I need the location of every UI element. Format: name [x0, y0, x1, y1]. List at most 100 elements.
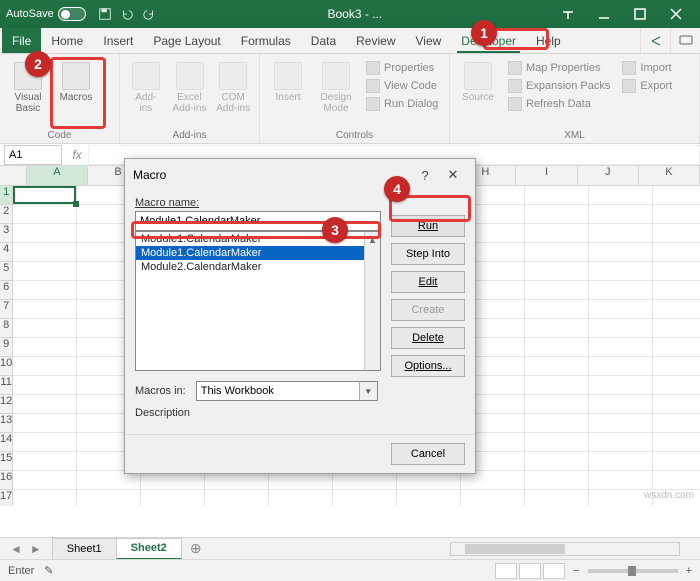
row-header[interactable]: 4 [0, 243, 13, 262]
cell[interactable] [589, 281, 653, 300]
row-header[interactable]: 8 [0, 319, 13, 338]
edit-button[interactable]: Edit [391, 271, 465, 293]
cell[interactable] [13, 376, 77, 395]
cell[interactable] [589, 205, 653, 224]
cell[interactable] [653, 433, 700, 452]
zoom-out-icon[interactable]: − [573, 565, 579, 577]
cell[interactable] [653, 300, 700, 319]
cancel-button[interactable]: Cancel [391, 443, 465, 465]
cell[interactable] [589, 414, 653, 433]
delete-button[interactable]: Delete [391, 327, 465, 349]
cell[interactable] [13, 243, 77, 262]
col-header[interactable]: A [27, 166, 88, 186]
dialog-close-icon[interactable]: ✕ [439, 165, 467, 185]
cell[interactable] [653, 319, 700, 338]
maximize-icon[interactable] [622, 0, 658, 28]
tab-insert[interactable]: Insert [93, 28, 143, 53]
row-header[interactable]: 16 [0, 471, 13, 490]
source-button[interactable]: Source [456, 58, 500, 122]
cell[interactable] [653, 262, 700, 281]
macros-in-combo[interactable]: This Workbook ▼ [196, 381, 378, 401]
cell[interactable] [653, 414, 700, 433]
view-code-button[interactable]: View Code [362, 78, 442, 94]
tab-view[interactable]: View [406, 28, 452, 53]
addins-button[interactable]: Add- ins [126, 58, 166, 122]
cell[interactable] [589, 300, 653, 319]
cell[interactable] [589, 433, 653, 452]
cell[interactable] [653, 471, 700, 490]
row-header[interactable]: 7 [0, 300, 13, 319]
pagebreak-view-icon[interactable] [543, 563, 565, 579]
cell[interactable] [269, 490, 333, 506]
cell[interactable] [525, 281, 589, 300]
cell[interactable] [525, 433, 589, 452]
cell[interactable] [589, 186, 653, 205]
sheet-prev-icon[interactable]: ◄ [10, 542, 22, 556]
macro-list-item[interactable]: Module1.CalendarMaker [136, 246, 380, 260]
cell[interactable] [589, 262, 653, 281]
horizontal-scrollbar[interactable] [450, 542, 680, 556]
tab-data[interactable]: Data [301, 28, 346, 53]
row-header[interactable]: 15 [0, 452, 13, 471]
cell[interactable] [653, 452, 700, 471]
zoom-in-icon[interactable]: + [686, 565, 692, 577]
run-dialog-button[interactable]: Run Dialog [362, 96, 442, 112]
chevron-down-icon[interactable]: ▼ [359, 382, 377, 400]
pagelayout-view-icon[interactable] [519, 563, 541, 579]
cell[interactable] [13, 395, 77, 414]
cell[interactable] [461, 490, 525, 506]
fill-handle-icon[interactable] [73, 201, 79, 207]
macro-list-item[interactable]: Module2.CalendarMaker [136, 260, 380, 274]
cell[interactable] [525, 471, 589, 490]
row-header[interactable]: 14 [0, 433, 13, 452]
cell[interactable] [525, 376, 589, 395]
tab-page-layout[interactable]: Page Layout [143, 28, 230, 53]
cell[interactable] [589, 452, 653, 471]
normal-view-icon[interactable] [495, 563, 517, 579]
cell[interactable] [589, 243, 653, 262]
cell[interactable] [525, 338, 589, 357]
run-button[interactable]: Run [391, 215, 465, 237]
cell[interactable] [653, 395, 700, 414]
cell[interactable] [397, 490, 461, 506]
cell[interactable] [525, 262, 589, 281]
sheet-tab-2[interactable]: Sheet2 [116, 538, 182, 560]
cell[interactable] [653, 243, 700, 262]
excel-addins-button[interactable]: Excel Add-ins [170, 58, 210, 122]
tab-help[interactable]: Help [526, 28, 571, 53]
row-header[interactable]: 2 [0, 205, 13, 224]
row-header[interactable]: 17 [0, 490, 13, 506]
undo-icon[interactable] [116, 3, 138, 25]
cell[interactable] [141, 490, 205, 506]
cell[interactable] [653, 205, 700, 224]
options-button[interactable]: Options... [391, 355, 465, 377]
name-box[interactable]: A1 [4, 145, 62, 165]
cell[interactable] [13, 338, 77, 357]
select-all-corner[interactable] [0, 166, 27, 186]
cell[interactable] [589, 338, 653, 357]
com-addins-button[interactable]: COM Add-ins [213, 58, 253, 122]
row-header[interactable]: 12 [0, 395, 13, 414]
cell[interactable] [653, 338, 700, 357]
cell[interactable] [13, 357, 77, 376]
row-header[interactable]: 10 [0, 357, 13, 376]
fx-icon[interactable]: fx [66, 148, 88, 162]
col-header[interactable]: J [578, 166, 639, 186]
design-mode-button[interactable]: Design Mode [314, 58, 358, 122]
cell[interactable] [205, 490, 269, 506]
ribbon-options-icon[interactable] [550, 0, 586, 28]
save-icon[interactable] [94, 3, 116, 25]
col-header[interactable]: I [516, 166, 577, 186]
close-icon[interactable] [658, 0, 694, 28]
cell[interactable] [589, 224, 653, 243]
cell[interactable] [13, 452, 77, 471]
step-into-button[interactable]: Step Into [391, 243, 465, 265]
listbox-scrollbar[interactable]: ▲ [364, 232, 380, 370]
row-header[interactable]: 6 [0, 281, 13, 300]
cell[interactable] [525, 414, 589, 433]
cell[interactable] [13, 471, 77, 490]
cell[interactable] [525, 490, 589, 506]
autosave-toggle[interactable] [58, 7, 86, 21]
share-icon[interactable] [640, 28, 670, 53]
row-header[interactable]: 1 [0, 186, 13, 205]
